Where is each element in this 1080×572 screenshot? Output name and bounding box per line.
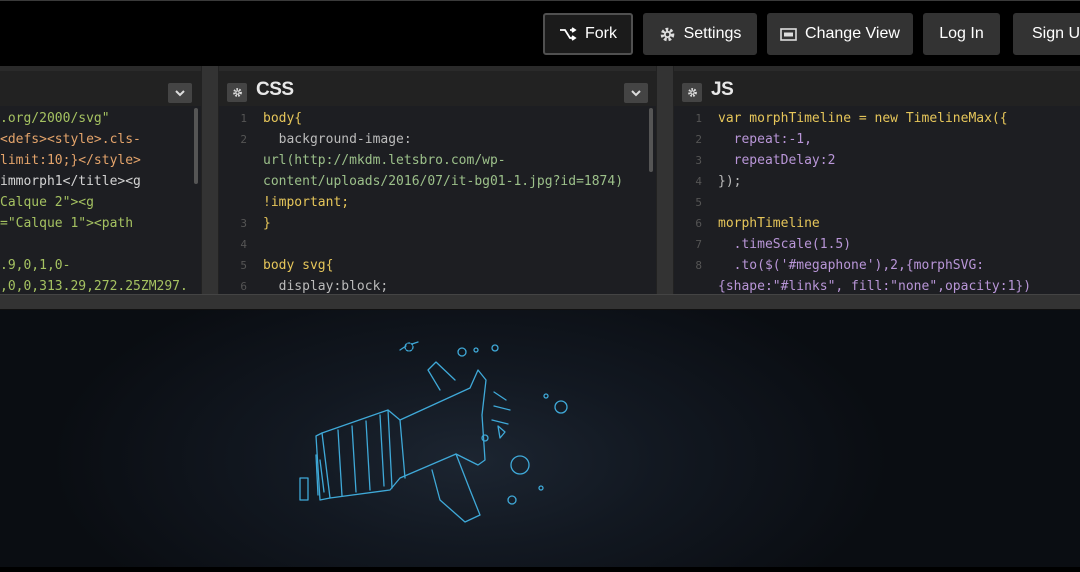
code-line: .timeScale(1.5)	[718, 237, 852, 252]
code-line: background-image:	[263, 132, 412, 147]
line-number: 2	[240, 133, 247, 146]
line-number: 4	[240, 238, 247, 251]
line-number: 8	[695, 259, 702, 272]
css-pane-title: CSS	[256, 79, 294, 100]
css-editor-pane[interactable]: CSS 1 2 3 4 5 6 body{ background-image: …	[219, 66, 656, 294]
css-scrollbar[interactable]	[649, 108, 653, 172]
gear-icon	[660, 27, 674, 41]
css-pane-header: CSS	[219, 66, 656, 106]
line-number: 4	[695, 175, 702, 188]
layout-icon	[780, 27, 797, 41]
code-line: ="Calque 1"><path	[0, 216, 134, 231]
chevron-down-icon[interactable]	[624, 83, 648, 103]
code-line: .to($('#megaphone'),2,{morphSVG:	[718, 258, 985, 273]
html-scrollbar[interactable]	[194, 108, 198, 184]
css-code[interactable]: 1 2 3 4 5 6 body{ background-image: url(…	[219, 106, 656, 294]
preview-resize-handle[interactable]	[0, 294, 1080, 310]
code-line: !important;	[263, 195, 350, 210]
fork-button[interactable]: Fork	[543, 13, 633, 55]
code-line: body svg{	[263, 258, 334, 273]
js-pane-title: JS	[711, 79, 734, 100]
change-view-label: Change View	[805, 25, 900, 42]
code-line: morphTimeline	[718, 216, 820, 231]
line-number: 3	[240, 217, 247, 230]
code-line: {shape:"#links", fill:"none",opacity:1})	[718, 279, 1032, 294]
js-settings-button[interactable]	[682, 83, 702, 102]
code-line: <defs><style>.cls-	[0, 132, 141, 147]
code-line: }	[263, 216, 271, 231]
line-number: 1	[695, 112, 702, 125]
editor-area: .org/2000/svg" <defs><style>.cls- limit:…	[0, 66, 1080, 294]
pane-divider[interactable]	[201, 66, 219, 294]
line-number: 1	[240, 112, 247, 125]
code-line: });	[718, 174, 742, 189]
pane-divider[interactable]	[656, 66, 674, 294]
code-line: limit:10;}</style>	[0, 153, 141, 168]
line-number: 3	[695, 154, 702, 167]
html-editor-pane[interactable]: .org/2000/svg" <defs><style>.cls- limit:…	[0, 66, 201, 294]
login-button[interactable]: Log In	[923, 13, 1000, 55]
code-line: content/uploads/2016/07/it-bg01-1.jpg?id…	[263, 174, 624, 189]
html-pane-header	[0, 66, 201, 106]
css-settings-button[interactable]	[227, 83, 247, 102]
change-view-button[interactable]: Change View	[767, 13, 913, 55]
js-code[interactable]: 1 2 3 4 5 6 7 8 var morphTimeline = new …	[674, 106, 1080, 294]
fork-icon	[560, 27, 577, 41]
fork-label: Fork	[585, 25, 617, 42]
code-line: .9,0,1,0-	[0, 258, 71, 273]
signup-button[interactable]: Sign Up	[1013, 13, 1080, 55]
top-toolbar: Fork Settings Change View Log In Sign Up	[0, 0, 1080, 66]
gear-icon	[687, 88, 697, 97]
code-line: repeat:-1,	[718, 132, 812, 147]
line-number: 5	[695, 196, 702, 209]
gear-icon	[232, 88, 242, 97]
js-editor-pane[interactable]: JS 1 2 3 4 5 6 7 8 var morphTimeline = n…	[674, 66, 1080, 294]
line-number: 5	[240, 259, 247, 272]
html-code[interactable]: .org/2000/svg" <defs><style>.cls- limit:…	[0, 106, 201, 294]
code-line: var morphTimeline = new TimelineMax({	[718, 111, 1008, 126]
line-number: 6	[695, 217, 702, 230]
code-line: Calque 2"><g	[0, 195, 94, 210]
line-number: 2	[695, 133, 702, 146]
code-line: ,0,0,313.29,272.25ZM297.	[0, 279, 188, 294]
code-line: immorph1</title><g	[0, 174, 141, 189]
chevron-down-icon[interactable]	[168, 83, 192, 103]
code-line: body{	[263, 111, 303, 126]
settings-label: Settings	[683, 25, 742, 42]
code-line: .org/2000/svg"	[0, 111, 110, 126]
code-line: display:block;	[263, 279, 389, 294]
signup-label: Sign Up	[1032, 25, 1080, 42]
megaphone-illustration	[299, 341, 568, 523]
line-number: 6	[240, 280, 247, 293]
settings-button[interactable]: Settings	[643, 13, 757, 55]
code-line: repeatDelay:2	[718, 153, 836, 168]
line-number: 7	[695, 238, 702, 251]
code-line: url(http://mkdm.letsbro.com/wp-	[263, 153, 506, 168]
login-label: Log In	[939, 25, 984, 42]
preview-area	[0, 310, 1080, 567]
js-pane-header: JS	[674, 66, 1080, 106]
